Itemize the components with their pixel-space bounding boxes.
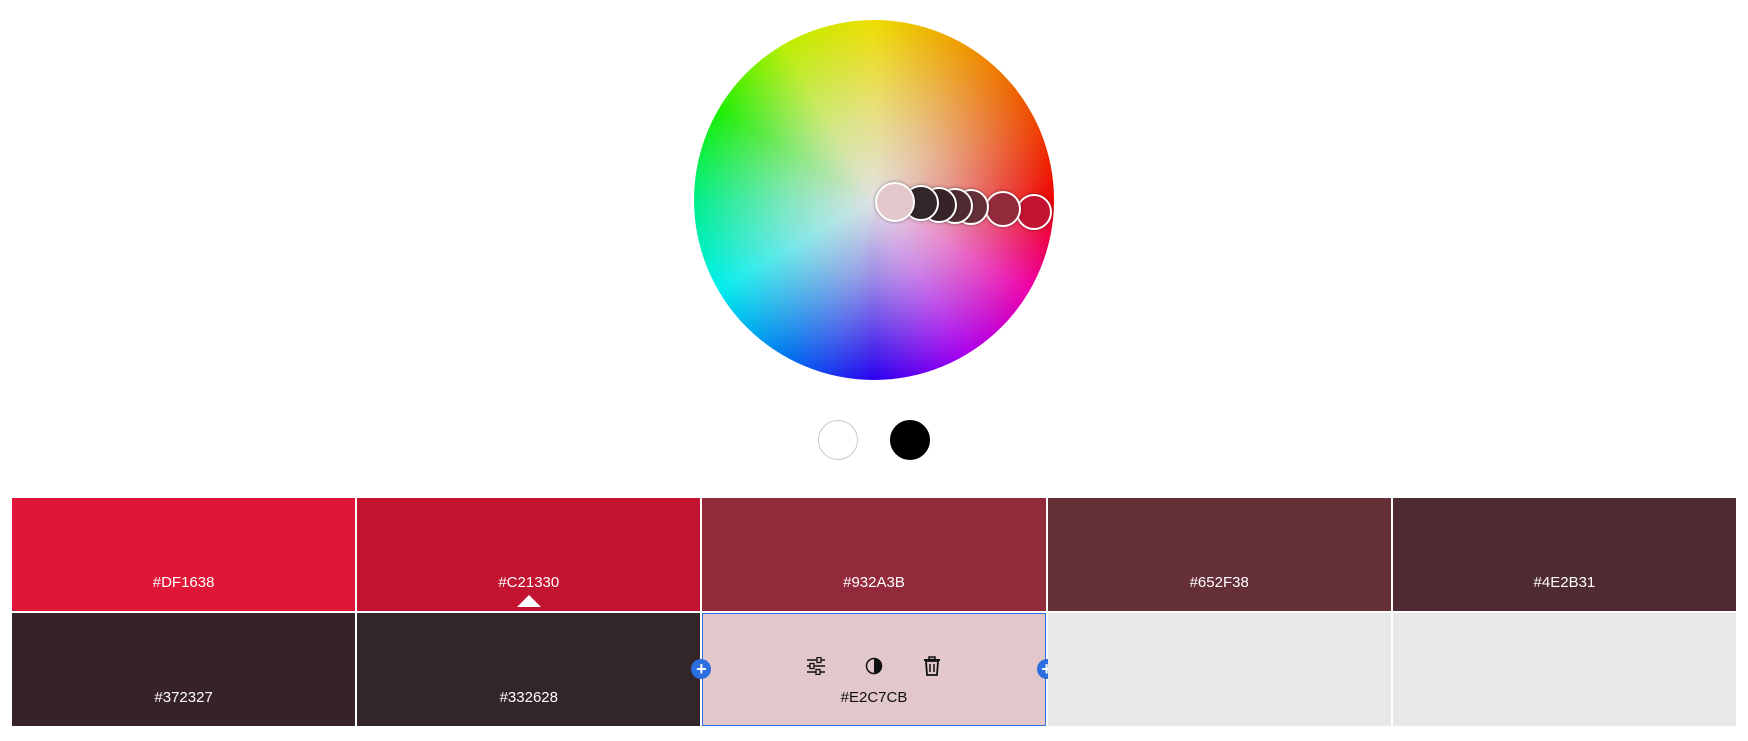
light-toggle[interactable] xyxy=(818,420,858,460)
swatch-4[interactable]: #652F38 xyxy=(1047,498,1391,611)
sliders-icon xyxy=(806,657,825,675)
contrast-button[interactable] xyxy=(863,655,885,677)
adjust-button[interactable] xyxy=(805,655,827,677)
swatch-toolbar xyxy=(702,655,1045,677)
swatch-hex: #4E2B31 xyxy=(1533,574,1596,591)
base-color-marker xyxy=(516,595,541,607)
swatch-5[interactable]: #4E2B31 xyxy=(1392,498,1736,611)
swatch-7[interactable]: #332628 xyxy=(357,613,701,726)
swatch-hex: #332628 xyxy=(499,689,558,706)
swatch-2[interactable]: #C21330 xyxy=(357,498,701,611)
swatch-hex: #372327 xyxy=(154,689,213,706)
swatch-grid: #DF1638 #C21330 #932A3B #652F38 #4E2B31 … xyxy=(12,498,1736,726)
delete-button[interactable] xyxy=(921,655,943,677)
swatch-hex: #E2C7CB xyxy=(840,689,908,706)
swatch-hex: #652F38 xyxy=(1189,574,1249,591)
swatch-hex: #DF1638 xyxy=(152,574,215,591)
wheel-handle-5[interactable] xyxy=(985,191,1021,227)
wheel-handle-6[interactable] xyxy=(1016,194,1052,230)
wheel-base-handle[interactable] xyxy=(875,182,915,222)
swatch-8-selected[interactable]: + #E2C7CB + xyxy=(691,613,1057,726)
swatch-3[interactable]: #932A3B xyxy=(702,498,1046,611)
swatch-6[interactable]: #372327 xyxy=(12,613,356,726)
swatch-empty-2[interactable] xyxy=(1392,613,1736,726)
swatch-empty-1[interactable] xyxy=(1047,613,1391,726)
swatch-1[interactable]: #DF1638 xyxy=(12,498,356,611)
trash-icon xyxy=(923,656,940,676)
contrast-icon xyxy=(865,657,883,675)
dark-toggle[interactable] xyxy=(890,420,930,460)
swatch-hex: #932A3B xyxy=(843,574,905,591)
swatch-hex: #C21330 xyxy=(498,574,560,591)
